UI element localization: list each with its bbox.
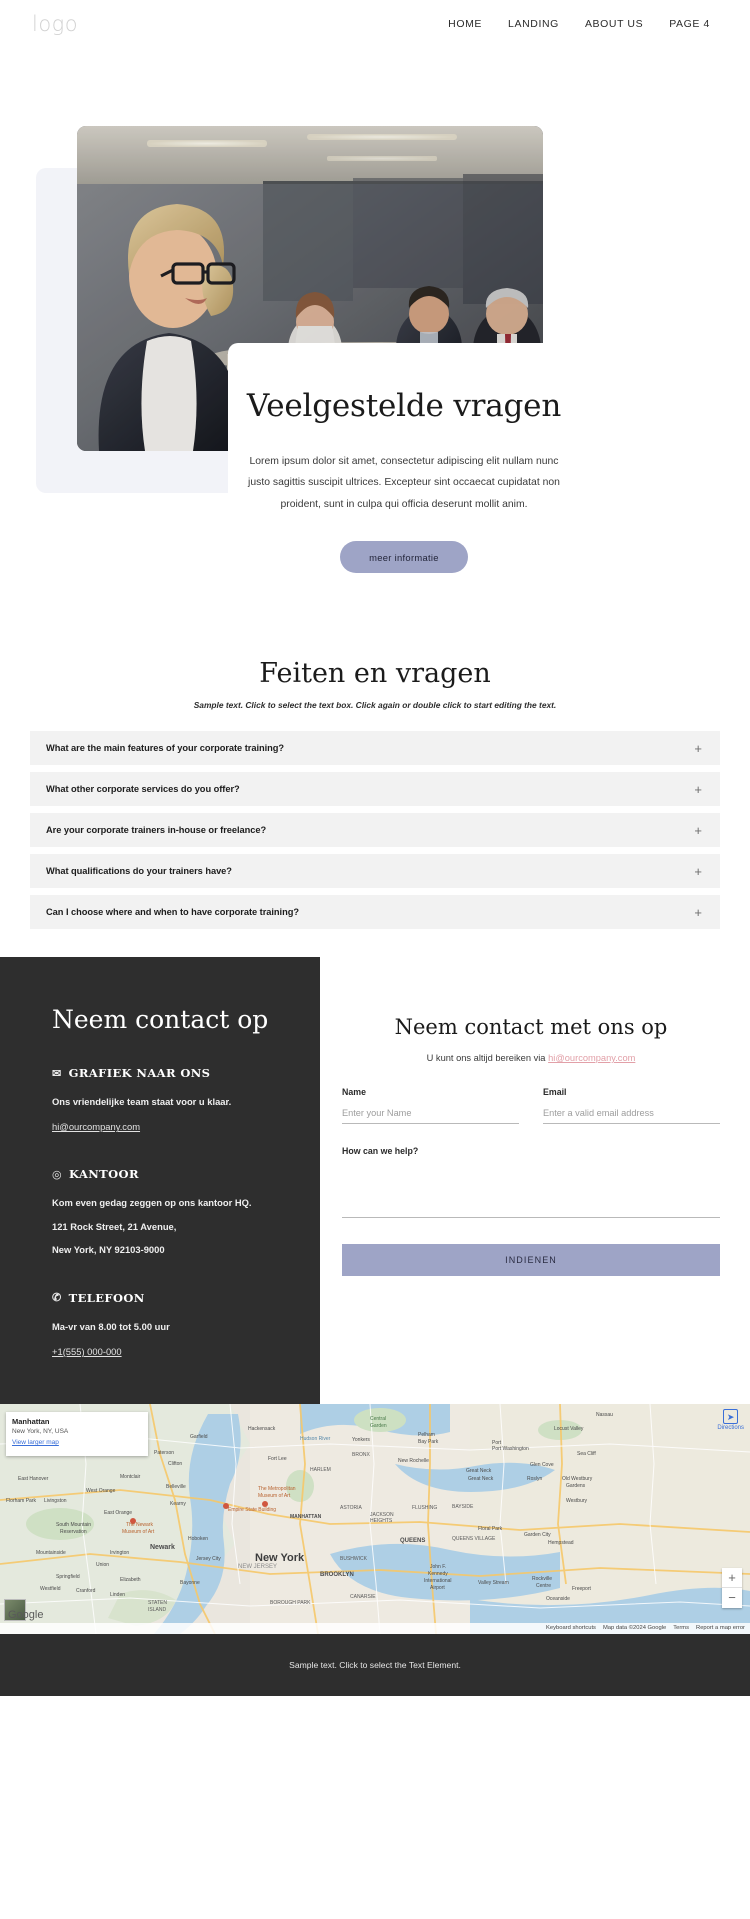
- envelope-icon: ✉: [52, 1066, 62, 1080]
- hero-paragraph: Lorem ipsum dolor sit amet, consectetur …: [248, 456, 560, 510]
- site-header: logo HOME LANDING ABOUT US PAGE 4: [0, 0, 750, 48]
- directions-label: Directions: [717, 1424, 744, 1431]
- faq-heading: Feiten en vragen: [259, 658, 491, 689]
- name-label: Name: [342, 1087, 366, 1097]
- map-directions-button[interactable]: ➤ Directions: [717, 1408, 744, 1431]
- zoom-in-button[interactable]: +: [722, 1568, 742, 1588]
- faq-question: What other corporate services do you off…: [46, 784, 240, 794]
- faq-item[interactable]: What other corporate services do you off…: [30, 772, 720, 806]
- directions-icon: ➤: [723, 1408, 739, 1424]
- faq-question: Can I choose where and when to have corp…: [46, 907, 299, 917]
- contact-block-heading: ✆ TELEFOON: [52, 1291, 320, 1305]
- contact-block-line: New York, NY 92103-9000: [52, 1244, 165, 1256]
- email-label: Email: [543, 1087, 567, 1097]
- contact-form-title: Neem contact met ons op: [394, 1015, 668, 1039]
- name-field-group: Name: [342, 1087, 519, 1124]
- faq-question: What are the main features of your corpo…: [46, 743, 285, 753]
- contact-block-title: KANTOOR: [69, 1167, 139, 1182]
- plus-icon[interactable]: +: [694, 906, 702, 919]
- faq-question: Are your corporate trainers in-house or …: [46, 825, 267, 835]
- phone-icon: ✆: [52, 1291, 62, 1305]
- nav-link-landing[interactable]: LANDING: [508, 18, 559, 30]
- site-footer: Sample text. Click to select the Text El…: [0, 1633, 750, 1696]
- faq-item[interactable]: What are the main features of your corpo…: [30, 731, 720, 765]
- hero-card: Veelgestelde vragen Lorem ipsum dolor si…: [228, 343, 580, 574]
- map-place-name: Manhattan: [12, 1416, 50, 1426]
- faq-subtitle: Sample text. Click to select the text bo…: [193, 700, 557, 710]
- map-place-address: New York, NY, USA: [12, 1427, 69, 1435]
- contact-form-panel: Neem contact met ons op U kunt ons altij…: [320, 957, 750, 1404]
- map-pin-icon: ◎: [52, 1167, 62, 1181]
- message-textarea[interactable]: [342, 1166, 720, 1218]
- email-input[interactable]: [543, 1108, 720, 1124]
- faq-item[interactable]: What qualifications do your trainers hav…: [30, 854, 720, 888]
- more-information-button[interactable]: meer informatie: [340, 541, 468, 574]
- terms-link[interactable]: Terms: [673, 1625, 689, 1631]
- plus-icon[interactable]: +: [694, 783, 702, 796]
- submit-button[interactable]: INDIENEN: [342, 1244, 720, 1276]
- contact-block-heading: ◎ KANTOOR: [52, 1167, 320, 1181]
- map-embed[interactable]: New York Newark BROOKLYN QUEENS MANHATTAN Emp…: [0, 1403, 750, 1634]
- contact-info-panel: Neem contact op ✉ GRAFIEK NAAR ONS Ons v…: [0, 957, 320, 1404]
- phone-link[interactable]: +1(555) 000-000: [52, 1346, 122, 1357]
- contact-info-title: Neem contact op: [52, 1005, 269, 1034]
- faq-item[interactable]: Are your corporate trainers in-house or …: [30, 813, 720, 847]
- faq-list: What are the main features of your corpo…: [30, 731, 720, 929]
- contact-block-heading: ✉ GRAFIEK NAAR ONS: [52, 1066, 320, 1080]
- plus-icon[interactable]: +: [694, 742, 702, 755]
- contact-block-phone: ✆ TELEFOON Ma-vr van 8.00 tot 5.00 uur +…: [52, 1291, 320, 1360]
- faq-question: What qualifications do your trainers hav…: [46, 866, 232, 876]
- faq-item[interactable]: Can I choose where and when to have corp…: [30, 895, 720, 929]
- plus-icon[interactable]: +: [694, 865, 702, 878]
- page-title: Veelgestelde vragen: [246, 388, 562, 424]
- hero-section: Veelgestelde vragen Lorem ipsum dolor si…: [0, 58, 750, 618]
- contact-form-subtitle: U kunt ons altijd bereiken via hi@ourcom…: [342, 1053, 720, 1063]
- email-field-group: Email: [543, 1087, 720, 1124]
- faq-section: Feiten en vragen Sample text. Click to s…: [0, 618, 750, 929]
- message-label: How can we help?: [342, 1146, 419, 1156]
- contact-block-line: Ons vriendelijke team staat voor u klaar…: [52, 1096, 232, 1107]
- footer-text: Sample text. Click to select the Text El…: [289, 1659, 461, 1670]
- map-data-text: Map data ©2024 Google: [602, 1625, 667, 1632]
- contact-form-email-link[interactable]: hi@ourcompany.com: [548, 1053, 635, 1063]
- nav-link-home[interactable]: HOME: [448, 18, 482, 30]
- contact-form-subtitle-text: U kunt ons altijd bereiken via: [426, 1053, 549, 1063]
- contact-block-office: ◎ KANTOOR Kom even gedag zeggen op ons k…: [52, 1167, 320, 1258]
- nav-link-page-4[interactable]: PAGE 4: [669, 18, 710, 30]
- name-input[interactable]: [342, 1108, 519, 1124]
- contact-block-title: TELEFOON: [68, 1290, 145, 1305]
- keyboard-shortcuts-link[interactable]: Keyboard shortcuts: [546, 1625, 596, 1631]
- nav-link-about-us[interactable]: ABOUT US: [585, 18, 643, 30]
- contact-block-email: ✉ GRAFIEK NAAR ONS Ons vriendelijke team…: [52, 1066, 320, 1135]
- map-attribution-bar: Keyboard shortcuts Map data ©2024 Google…: [0, 1622, 750, 1634]
- main-nav: HOME LANDING ABOUT US PAGE 4: [448, 18, 720, 30]
- google-logo: Google: [8, 1608, 44, 1621]
- contact-block-line: Kom even gedag zeggen op ons kantoor HQ.: [52, 1197, 252, 1209]
- contact-block-line: Ma-vr van 8.00 tot 5.00 uur: [52, 1320, 170, 1332]
- email-link[interactable]: hi@ourcompany.com: [52, 1121, 140, 1132]
- contact-block-line: 121 Rock Street, 21 Avenue,: [52, 1220, 177, 1232]
- message-field-group: How can we help?: [342, 1146, 720, 1218]
- map-zoom-controls[interactable]: + −: [722, 1567, 742, 1608]
- contact-block-title: GRAFIEK NAAR ONS: [68, 1066, 211, 1080]
- form-row: Name Email: [342, 1087, 720, 1124]
- zoom-out-button[interactable]: −: [722, 1588, 742, 1608]
- report-error-link[interactable]: Report a map error: [696, 1625, 745, 1631]
- site-logo[interactable]: logo: [32, 12, 78, 36]
- map-info-card[interactable]: Manhattan New York, NY, USA View larger …: [6, 1411, 148, 1456]
- plus-icon[interactable]: +: [694, 824, 702, 837]
- contact-section: Neem contact op ✉ GRAFIEK NAAR ONS Ons v…: [0, 957, 750, 1404]
- view-larger-map-link[interactable]: View larger map: [12, 1439, 142, 1446]
